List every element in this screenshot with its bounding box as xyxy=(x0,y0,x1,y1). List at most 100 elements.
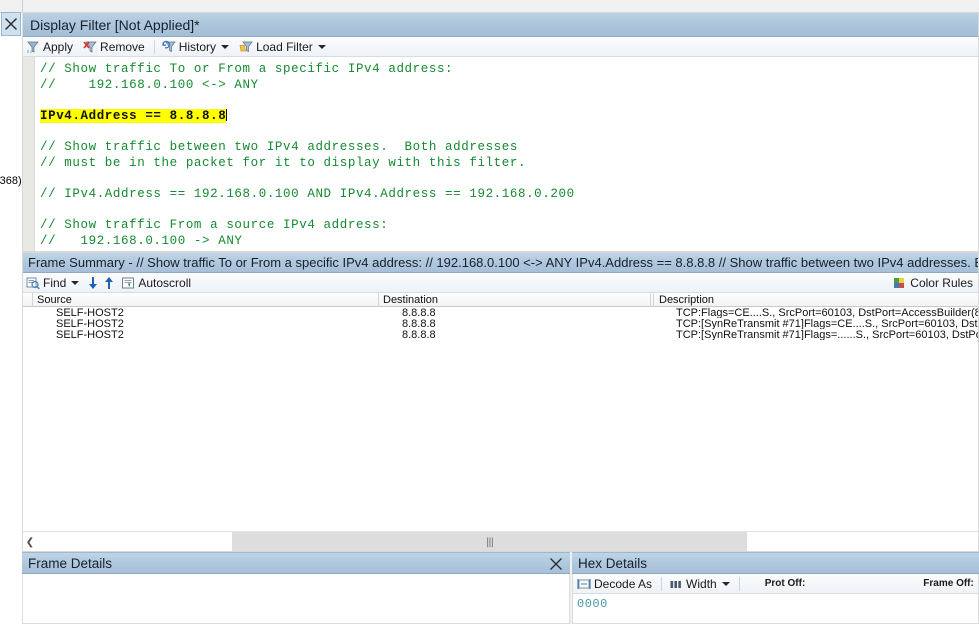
load-filter-button[interactable]: Load Filter xyxy=(235,38,332,56)
frame-summary-column-headers: Source Destination Description xyxy=(22,293,979,307)
hex-details-toolbar: Decode As Width Prot Off: Frame Off: xyxy=(573,574,978,594)
find-next-button[interactable] xyxy=(85,275,101,291)
color-rules-button[interactable]: Color Rules xyxy=(889,274,979,292)
table-row[interactable]: SELF-HOST2 8.8.8.8 TCP:[SynReTransmit #71]… xyxy=(22,318,979,329)
history-filter-label: History xyxy=(178,39,217,54)
decode-as-label: Decode As xyxy=(594,576,653,591)
frame-summary-rows[interactable]: SELF-HOST2 8.8.8.8 TCP:Flags=CE....S., Src… xyxy=(22,307,979,530)
close-filter-window-button[interactable] xyxy=(1,12,21,36)
column-divider[interactable] xyxy=(22,293,23,307)
chevron-down-icon xyxy=(721,581,730,586)
cell-description: TCP:Flags=CE....S., SrcPort=60103, DstPo… xyxy=(676,307,979,318)
cell-source: SELF-HOST2 xyxy=(56,307,124,318)
filter-comment-line xyxy=(40,93,979,109)
hex-details-pane: Hex Details Decode As Width Prot Off: Fr… xyxy=(572,552,979,624)
column-divider[interactable] xyxy=(650,293,651,307)
text-cursor xyxy=(226,108,228,121)
chevron-down-icon xyxy=(221,44,230,49)
prot-off-label: Prot Off: xyxy=(764,578,806,589)
width-label: Width xyxy=(686,576,717,591)
find-previous-button[interactable] xyxy=(101,275,117,291)
column-divider[interactable] xyxy=(378,293,379,307)
frame-summary-toolbar: Find Autoscroll Color Rules xyxy=(22,273,979,293)
column-header-description[interactable]: Description xyxy=(656,294,979,307)
find-icon xyxy=(26,276,40,290)
filter-expression-highlight: IPv4.Address == 8.8.8.8 xyxy=(40,108,227,123)
filter-comment-line: // 192.168.0.100 -> ANY xyxy=(40,233,243,248)
autoscroll-label: Autoscroll xyxy=(138,275,192,290)
display-filter-window: Display Filter [Not Applied]* Apply Remo… xyxy=(22,12,979,252)
apply-filter-label: Apply xyxy=(43,39,74,54)
filter-active-line: IPv4.Address == 8.8.8.8 xyxy=(40,108,979,125)
network-monitor-window: (368) Display Filter [Not Applied]* Appl… xyxy=(0,0,979,624)
arrow-down-icon xyxy=(89,276,98,289)
column-divider[interactable] xyxy=(653,293,654,307)
column-header-destination[interactable]: Destination xyxy=(380,294,650,307)
cell-source: SELF-HOST2 xyxy=(56,318,124,329)
frame-summary-pane: Frame Summary - // Show traffic To or Fr… xyxy=(22,252,979,552)
filter-comment-line xyxy=(40,171,979,187)
hex-offset-label: 0000 xyxy=(577,597,608,611)
find-button[interactable]: Find xyxy=(22,274,85,292)
frame-summary-title: Frame Summary - // Show traffic To or Fr… xyxy=(28,255,979,270)
hex-details-titlebar: Hex Details xyxy=(572,552,979,574)
remove-filter-button[interactable]: Remove xyxy=(79,38,151,56)
filter-comment-line: // IPv4.Address == 192.168.0.100 AND IPv… xyxy=(40,186,575,201)
column-divider[interactable] xyxy=(32,293,33,307)
display-filter-editor[interactable]: // Show traffic To or From a specific IP… xyxy=(22,57,979,252)
filter-comment-line: // Show traffic between two IPv4 address… xyxy=(40,139,518,154)
display-filter-title: Display Filter [Not Applied]* xyxy=(30,17,200,33)
filter-comment-line: // must be in the packet for it to displ… xyxy=(40,155,527,170)
filter-comment-line: // Show traffic To or From a specific IP… xyxy=(40,62,454,76)
remove-filter-label: Remove xyxy=(100,39,145,54)
filter-comment-line: // 192.168.0.100 <-> ANY xyxy=(40,77,259,92)
color-rules-label: Color Rules xyxy=(910,275,973,290)
gutter-count-label: (368) xyxy=(0,175,22,187)
cell-source: SELF-HOST2 xyxy=(56,329,124,340)
history-filter-icon xyxy=(162,40,176,54)
filter-comment-line xyxy=(40,124,979,140)
load-filter-label: Load Filter xyxy=(256,39,313,54)
hscroll-thumb[interactable]: ||| xyxy=(232,532,747,552)
editor-gutter xyxy=(22,57,35,252)
cell-destination: 8.8.8.8 xyxy=(402,307,436,318)
table-row[interactable]: SELF-HOST2 8.8.8.8 TCP:[SynReTransmit #71]… xyxy=(22,329,979,340)
width-button[interactable]: Width xyxy=(665,575,736,593)
decode-as-button[interactable]: Decode As xyxy=(573,575,658,593)
hex-details-title: Hex Details xyxy=(578,556,648,571)
toolbar-separator xyxy=(153,39,155,54)
load-filter-icon xyxy=(239,40,253,54)
frame-details-titlebar: Frame Details xyxy=(22,552,570,574)
frame-summary-titlebar: Frame Summary - // Show traffic To or Fr… xyxy=(22,252,979,273)
filter-comment-line: // Show traffic From a source IPv4 addre… xyxy=(40,217,389,232)
hscroll-track[interactable]: ||| xyxy=(38,532,979,552)
close-frame-details-button[interactable] xyxy=(548,556,564,572)
find-label: Find xyxy=(43,275,67,290)
frame-details-pane: Frame Details xyxy=(22,552,570,624)
hex-details-body: Decode As Width Prot Off: Frame Off: 000… xyxy=(572,574,979,624)
apply-filter-button[interactable]: Apply xyxy=(22,38,79,56)
color-rules-icon xyxy=(893,276,907,290)
close-icon xyxy=(550,558,562,570)
scroll-left-icon[interactable]: ❮ xyxy=(22,532,38,552)
display-filter-toolbar: Apply Remove History Load Filter xyxy=(22,37,979,57)
frame-details-body[interactable] xyxy=(22,574,570,624)
remove-filter-icon xyxy=(83,40,97,54)
toolbar-separator xyxy=(738,576,740,591)
history-filter-button[interactable]: History xyxy=(158,38,235,56)
cell-destination: 8.8.8.8 xyxy=(402,318,436,329)
hex-dump-area[interactable]: 0000 xyxy=(573,594,978,623)
cell-destination: 8.8.8.8 xyxy=(402,329,436,340)
autoscroll-icon xyxy=(121,276,135,290)
cell-description: TCP:[SynReTransmit #71]Flags=......S., S… xyxy=(676,329,979,340)
column-header-source[interactable]: Source xyxy=(34,294,378,307)
autoscroll-button[interactable]: Autoscroll xyxy=(117,274,197,292)
filter-comment-line xyxy=(40,202,979,218)
left-gutter: (368) xyxy=(0,0,23,624)
apply-filter-icon xyxy=(26,40,40,54)
table-row[interactable]: SELF-HOST2 8.8.8.8 TCP:Flags=CE....S., Src… xyxy=(22,307,979,318)
arrow-up-icon xyxy=(105,276,114,289)
width-icon xyxy=(669,577,683,591)
frame-summary-hscrollbar[interactable]: ❮ ||| xyxy=(22,531,979,552)
filter-expression-text[interactable]: // Show traffic To or From a specific IP… xyxy=(40,62,979,252)
